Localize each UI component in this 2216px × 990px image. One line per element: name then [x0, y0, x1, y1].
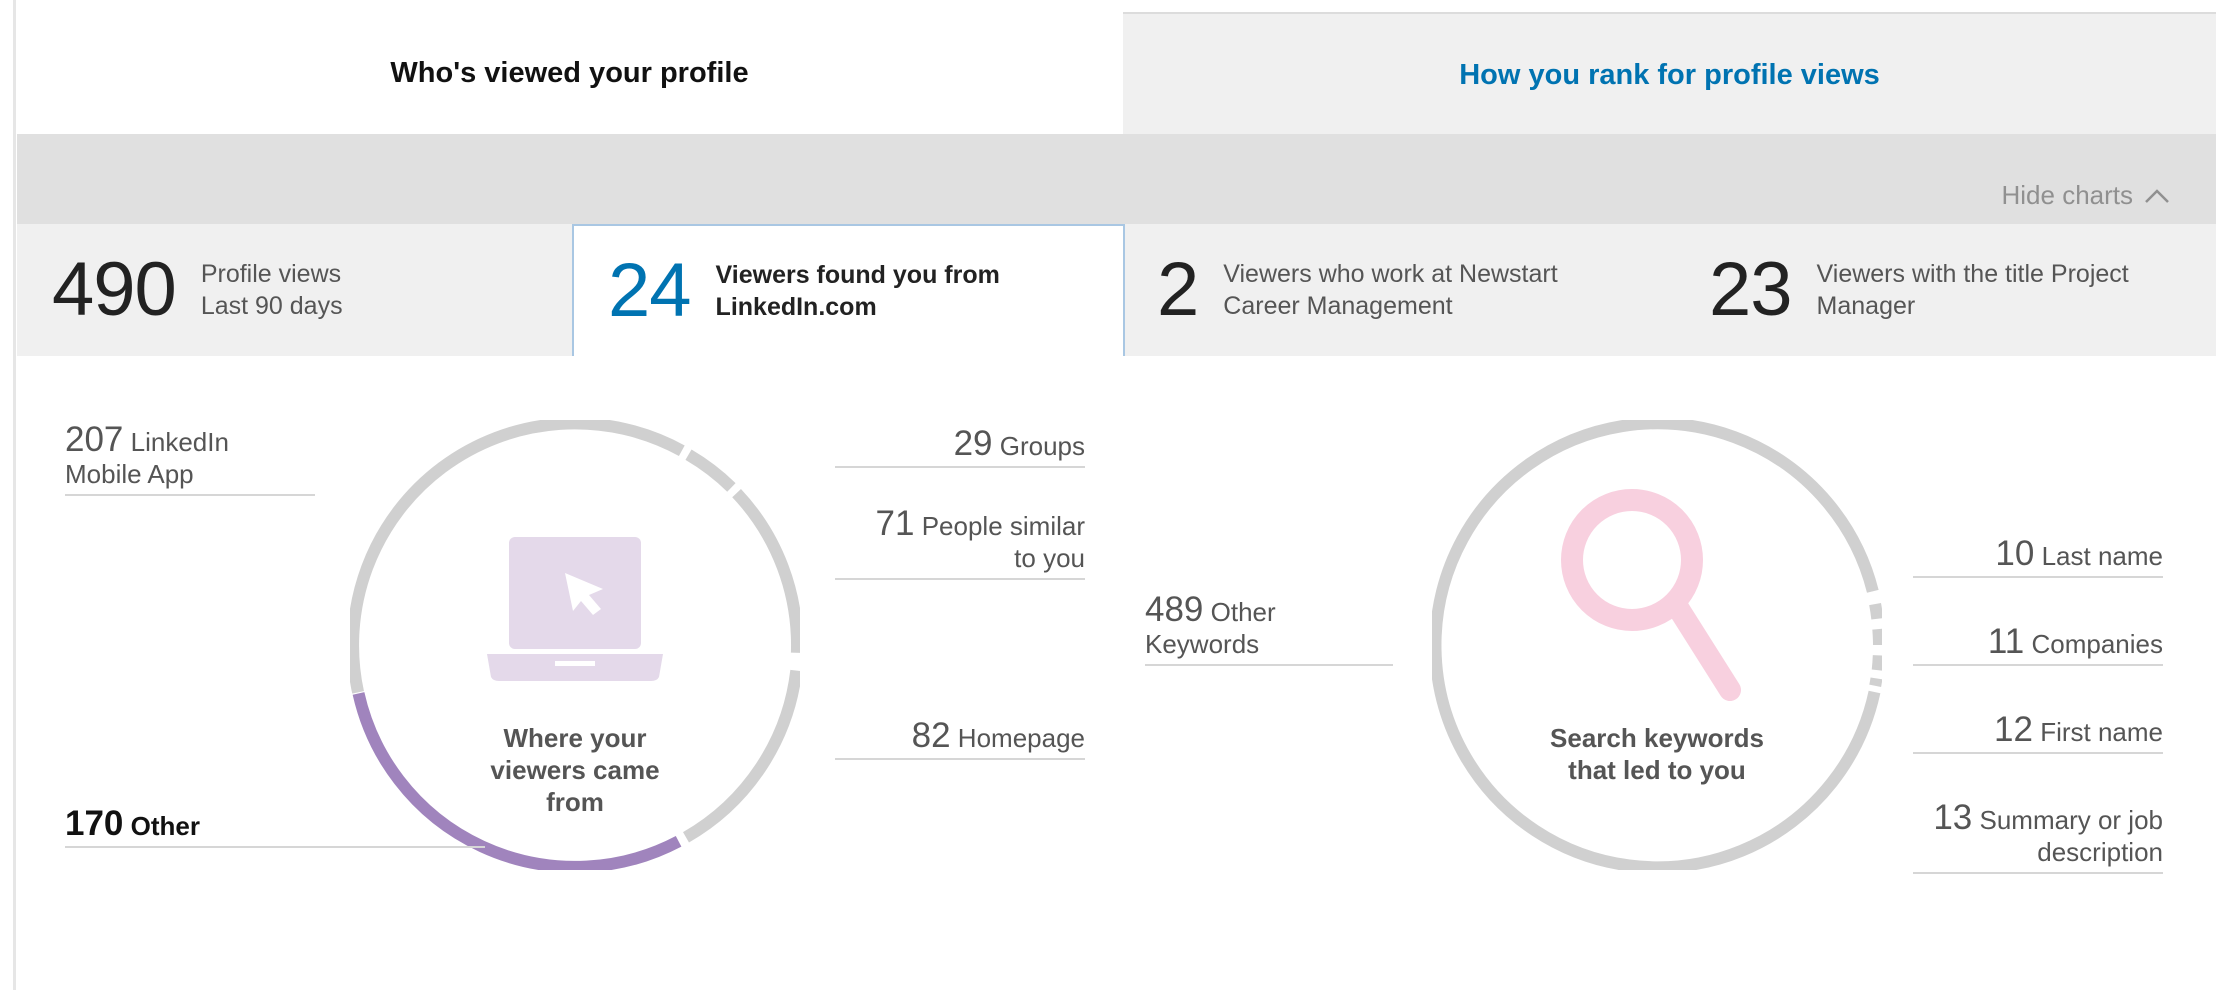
source-label: People similar	[921, 511, 1085, 541]
stat-value: 490	[52, 247, 177, 332]
tab-how-you-rank[interactable]: How you rank for profile views	[1123, 12, 2216, 136]
tab-whos-viewed[interactable]: Who's viewed your profile	[17, 12, 1122, 136]
stat-label-line1: Viewers found you from	[715, 261, 1000, 289]
keyword-value: 11	[1987, 622, 2025, 661]
stat-label-line2: Last 90 days	[200, 292, 343, 320]
keyword-label: Other	[1210, 597, 1276, 627]
sources-center-label: Where your viewers came from	[460, 722, 690, 818]
keyword-first-name[interactable]: 12 First name	[1913, 712, 2163, 754]
segment-homepage	[683, 669, 800, 843]
source-value: 170	[65, 804, 124, 843]
stat-value: 2	[1157, 247, 1199, 332]
keyword-value: 489	[1145, 590, 1204, 629]
stat-value: 23	[1709, 247, 1793, 332]
segment-people-similar	[732, 488, 800, 653]
magnifier-icon	[1561, 489, 1741, 701]
keyword-label: Last name	[2041, 541, 2163, 571]
stat-label-line2: LinkedIn.com	[715, 293, 877, 321]
stat-label-line1: Profile views	[200, 260, 342, 288]
segment-last-name	[1869, 603, 1882, 620]
stat-company-viewers[interactable]: 2 Viewers who work at Newstart Career Man…	[1125, 224, 1707, 356]
keywords-donut	[1432, 420, 1882, 870]
chart-toolbar	[17, 134, 2216, 224]
keyword-label: Summary or job	[1979, 805, 2164, 835]
keyword-label: First name	[2040, 717, 2163, 747]
keyword-value: 10	[1995, 534, 2035, 573]
center-label-line: Where your	[503, 723, 647, 753]
stat-profile-views[interactable]: 490 Profile views Last 90 days	[17, 224, 607, 356]
stat-value: 24	[608, 248, 692, 333]
source-value: 82	[911, 716, 951, 755]
keyword-companies[interactable]: 11 Companies	[1913, 624, 2163, 666]
left-border	[13, 0, 16, 990]
keyword-other[interactable]: 489 Other Keywords	[1145, 592, 1393, 666]
segment-first-name	[1871, 655, 1882, 671]
hide-charts-label: Hide charts	[2001, 180, 2134, 210]
source-label: to you	[1014, 543, 1085, 573]
source-label: Other	[130, 811, 200, 841]
source-label: Homepage	[957, 723, 1085, 753]
hide-charts-toggle[interactable]: Hide charts	[2002, 180, 2172, 211]
source-linkedin-mobile-app[interactable]: 207 LinkedIn Mobile App	[65, 422, 315, 496]
segment-other-keywords	[1432, 420, 1881, 870]
laptop-cursor-icon	[487, 537, 663, 681]
segment-companies	[1872, 628, 1882, 646]
keyword-label: Keywords	[1145, 629, 1260, 659]
source-label: LinkedIn	[130, 427, 229, 457]
chevron-up-icon	[2145, 188, 2169, 203]
source-people-similar[interactable]: 71 People similar to you	[835, 506, 1085, 580]
center-label-line: from	[546, 787, 604, 817]
keyword-label: description	[2037, 837, 2163, 867]
keyword-label: Companies	[2031, 629, 2163, 659]
stat-label-line1: Viewers who work at Newstart	[1223, 260, 1558, 288]
center-label-line: viewers came	[490, 755, 660, 785]
keyword-summary[interactable]: 13 Summary or job description	[1913, 800, 2164, 874]
segment-groups	[685, 449, 736, 492]
source-groups[interactable]: 29 Groups	[835, 426, 1085, 468]
segment-summary	[1869, 677, 1882, 687]
center-label-line: that led to you	[1568, 755, 1746, 785]
source-homepage[interactable]: 82 Homepage	[835, 718, 1085, 760]
source-label: Groups	[999, 431, 1085, 461]
source-value: 29	[953, 424, 993, 463]
keyword-last-name[interactable]: 10 Last name	[1913, 536, 2163, 578]
center-label-line: Search keywords	[1550, 723, 1764, 753]
keywords-center-label: Search keywords that led to you	[1527, 722, 1787, 786]
stat-title-viewers[interactable]: 23 Viewers with the title Project Manager	[1675, 224, 2216, 356]
keyword-value: 13	[1933, 798, 1973, 837]
stat-label-line2: Manager	[1816, 292, 1916, 320]
source-label: Mobile App	[65, 459, 194, 489]
source-value: 207	[65, 420, 124, 459]
stat-linkedin-com[interactable]: 24 Viewers found you from LinkedIn.com	[572, 224, 1125, 356]
stat-label-line2: Career Management	[1223, 292, 1453, 320]
source-other[interactable]: 170 Other	[65, 806, 485, 848]
keyword-value: 12	[1994, 710, 2033, 749]
source-value: 71	[875, 504, 915, 543]
stat-label-line1: Viewers with the title Project	[1816, 260, 2129, 288]
